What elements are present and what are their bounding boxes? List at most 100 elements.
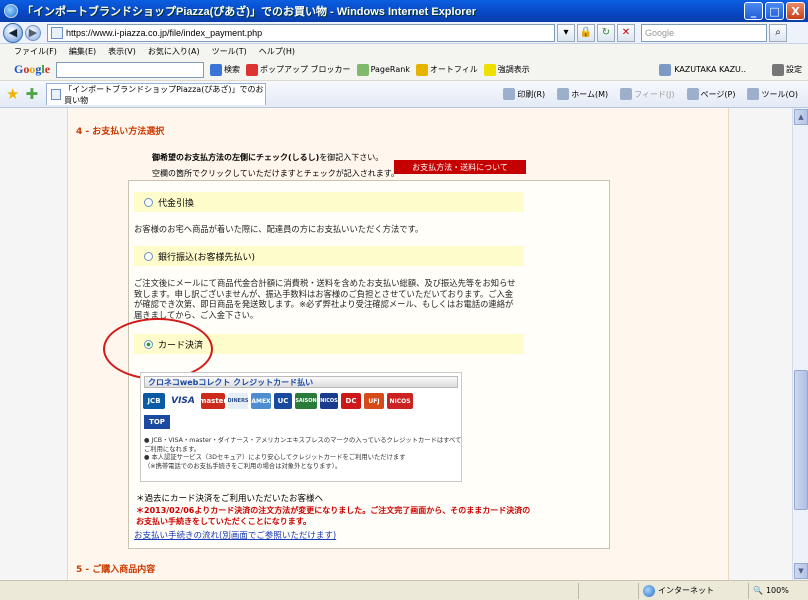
diners-logo: DINERS <box>227 393 249 409</box>
option-bank[interactable]: 銀行振込(お客様先払い) <box>134 246 524 266</box>
section-4-heading: 4 - お支払い方法選択 <box>76 127 165 137</box>
user-account[interactable]: KAZUTAKA KAZU.. <box>659 63 746 76</box>
page-right-border <box>728 108 729 580</box>
maximize-button[interactable]: □ <box>765 2 784 20</box>
popup-blocker-button[interactable]: ポップアップ ブロッカー <box>246 63 351 76</box>
menu-help[interactable]: ヘルプ(H) <box>259 46 295 57</box>
tools-button[interactable]: ツール(O) <box>747 88 798 100</box>
card-note-3: （※携帯電話でのお支払手続きをご利用の場合は対象外となります）。 <box>144 462 342 470</box>
wrench-icon <box>772 63 784 76</box>
nicos-small-logo: NICOS <box>320 393 338 409</box>
status-empty-seg <box>578 582 638 599</box>
feed-icon <box>620 88 633 100</box>
option-cod-label: 代金引換 <box>158 198 195 209</box>
close-button[interactable]: X <box>786 2 805 20</box>
forward-button[interactable]: ▶ <box>25 24 41 41</box>
menu-file[interactable]: ファイル(F) <box>14 46 57 57</box>
page-button[interactable]: ページ(P) <box>686 88 735 100</box>
status-bar: インターネット 🔍 100% <box>0 580 808 600</box>
page-icon <box>51 26 63 39</box>
lock-icon[interactable]: 🔒 <box>577 23 595 42</box>
printer-icon <box>503 88 516 100</box>
highlight-button[interactable]: 強調表示 <box>483 63 530 76</box>
window-title: 「インポートブランドショップPiazza(ぴあざ)」でのお買い物 - Windo… <box>22 6 476 18</box>
option-bank-label: 銀行振込(お客様先払い) <box>158 252 256 263</box>
popup-blocker-icon <box>246 63 259 76</box>
menu-favorites[interactable]: お気に入り(A) <box>148 46 200 57</box>
gear-icon <box>747 88 760 100</box>
title-bar: 「インポートブランドショップPiazza(ぴあざ)」でのお買い物 - Windo… <box>0 0 808 22</box>
search-input[interactable]: Google <box>641 23 767 42</box>
google-search-button[interactable]: 検索 <box>210 63 240 76</box>
payment-info-button[interactable]: お支払方法・送料について <box>394 160 526 174</box>
menu-view[interactable]: 表示(V) <box>108 46 136 57</box>
scroll-up-button[interactable]: ▲ <box>794 109 808 125</box>
autofill-icon <box>415 63 428 76</box>
vertical-scrollbar[interactable]: ▲ ▼ <box>792 108 808 580</box>
print-button[interactable]: 印刷(R) <box>503 88 545 100</box>
tab-title: 「インポートブランドショップPiazza(ぴあざ)」でのお買い物 <box>64 84 264 105</box>
card-notes: ● JCB・VISA・master・ダイナース・アメリカンエキスプレスのマークの… <box>144 437 462 471</box>
search-icon[interactable]: ⌕ <box>769 23 787 42</box>
google-search-icon <box>210 63 223 76</box>
google-toolbar: Google 検索 ポップアップ ブロッカー PageRank オートフィル 強… <box>0 59 808 81</box>
add-favorites-icon[interactable]: ✚ <box>25 85 38 103</box>
visa-logo: VISA <box>168 393 198 409</box>
option-cod[interactable]: 代金引換 <box>134 192 524 212</box>
tab-page-icon <box>51 89 62 100</box>
home-icon <box>557 88 570 100</box>
scroll-thumb[interactable] <box>794 370 808 510</box>
user-icon <box>659 63 672 76</box>
zoom-icon: 🔍 <box>753 586 763 595</box>
page-menu-icon <box>686 88 699 100</box>
address-dropdown-button[interactable]: ▾ <box>557 23 575 42</box>
card-change-notice: ＊2013/02/06よりカード決済の注文方法が変更になりました。ご注文完了画面… <box>136 506 531 526</box>
instruction-line-2: 空欄の箇所でクリックしていただけますとチェックが記入されます。 <box>152 169 399 178</box>
ie-icon <box>4 4 18 18</box>
zone-indicator[interactable]: インターネット <box>638 582 748 599</box>
menu-edit[interactable]: 編集(E) <box>69 46 96 57</box>
jcb-logo: JCB <box>143 393 165 409</box>
scroll-down-button[interactable]: ▼ <box>794 563 808 579</box>
stop-icon[interactable]: ✕ <box>617 23 635 42</box>
url-text: https://www.i-piazza.co.jp/file/index_pa… <box>66 27 263 38</box>
radio-cod[interactable] <box>144 197 153 207</box>
uc-logo: UC <box>274 393 292 409</box>
option-cod-desc: お客様のお宅へ商品が着いた際に、配達員の方にお支払いいただく方法です。 <box>134 224 424 234</box>
menu-tools[interactable]: ツール(T) <box>212 46 247 57</box>
nicos-logo: NICOS <box>387 393 413 409</box>
card-panel-header: クロネコwebコレクト クレジットカード払い <box>144 376 458 388</box>
past-card-users-note: ＊過去にカード決済をご利用いただいたお客様へ <box>136 494 324 504</box>
settings-button[interactable]: 設定 <box>772 63 802 76</box>
ufj-logo: UFJ <box>364 393 384 409</box>
card-note-1: ● JCB・VISA・master・ダイナース・アメリカンエキスプレスのマークの… <box>144 437 462 453</box>
feed-button[interactable]: フィード(J) <box>620 88 675 100</box>
home-button[interactable]: ホーム(M) <box>557 88 608 100</box>
globe-icon <box>643 584 655 597</box>
amex-logo: AMEX <box>251 393 271 409</box>
radio-bank[interactable] <box>144 251 153 261</box>
address-row: ◀ ▶ https://www.i-piazza.co.jp/file/inde… <box>0 22 808 44</box>
window-buttons: _ □ X <box>744 2 805 20</box>
highlight-icon <box>483 63 496 76</box>
menu-bar: ファイル(F) 編集(E) 表示(V) お気に入り(A) ツール(T) ヘルプ(… <box>0 44 808 59</box>
section-5-heading: 5 - ご購入商品内容 <box>76 565 156 575</box>
zoom-control[interactable]: 🔍 100% <box>748 582 808 599</box>
pagerank-button[interactable]: PageRank <box>356 63 410 76</box>
autofill-button[interactable]: オートフィル <box>415 63 478 76</box>
minimize-button[interactable]: _ <box>744 2 763 20</box>
tab-current[interactable]: 「インポートブランドショップPiazza(ぴあざ)」でのお買い物 <box>46 83 267 105</box>
back-button[interactable]: ◀ <box>3 22 23 43</box>
page-left-border <box>67 108 68 580</box>
address-bar[interactable]: https://www.i-piazza.co.jp/file/index_pa… <box>47 23 555 42</box>
refresh-icon[interactable]: ↻ <box>597 23 615 42</box>
top-card-logo: TOP <box>144 415 170 429</box>
card-note-2: ● 本人認証サービス（3Dセキュア）により安心してクレジットカードをご利用いただ… <box>144 454 406 461</box>
google-search-input[interactable] <box>56 61 205 78</box>
favorites-star-icon[interactable]: ★ <box>6 85 19 103</box>
command-bar: 印刷(R) ホーム(M) フィード(J) ページ(P) ツール(O) <box>503 88 798 100</box>
option-bank-desc: ご注文後にメールにて商品代金合計額に消費税・送料を含めたお支払い総額、及び振込先… <box>134 278 516 320</box>
instruction-line-1: 御希望のお支払方法の左側にチェック(しるし)を御記入下さい。 <box>152 153 384 162</box>
payment-flow-link[interactable]: お支払い手続きの流れ(別画面でご参照いただけます) <box>134 529 336 541</box>
master-logo: master <box>199 393 227 409</box>
